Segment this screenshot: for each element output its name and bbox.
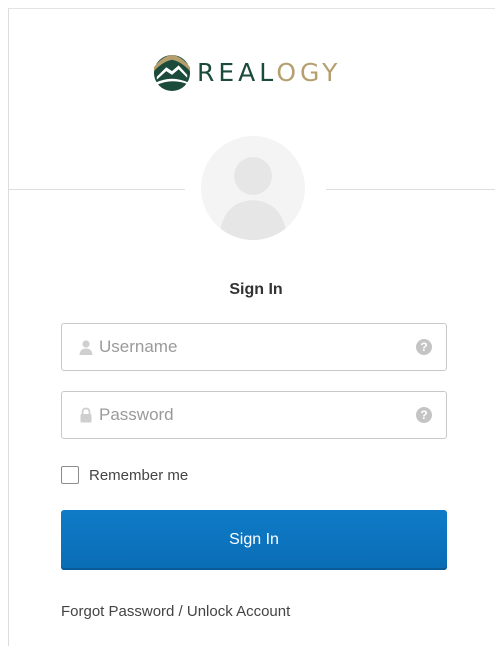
forgot-password-link[interactable]: Forgot Password / Unlock Account bbox=[61, 603, 290, 620]
username-input[interactable] bbox=[99, 324, 399, 370]
realogy-mountain-logo-icon bbox=[153, 54, 191, 92]
sign-in-button[interactable]: Sign In bbox=[61, 510, 447, 570]
question-help-icon[interactable]: ? bbox=[416, 339, 432, 355]
brand-logo: REALOGY bbox=[153, 53, 341, 93]
password-input[interactable] bbox=[99, 392, 399, 438]
question-help-icon[interactable]: ? bbox=[416, 407, 432, 423]
default-user-avatar-icon bbox=[201, 136, 305, 240]
username-field[interactable]: ? bbox=[61, 323, 447, 371]
login-card: REALOGY Sign In ? ? bbox=[8, 8, 495, 646]
header-divider-right bbox=[326, 189, 495, 190]
brand-wordmark-gold: OGY bbox=[276, 58, 342, 87]
header-divider-left bbox=[9, 189, 185, 190]
remember-me-checkbox[interactable] bbox=[61, 466, 79, 484]
login-page: REALOGY Sign In ? ? bbox=[0, 0, 495, 646]
brand-wordmark: REALOGY bbox=[197, 53, 341, 93]
brand-wordmark-dark: REAL bbox=[197, 58, 277, 87]
password-field[interactable]: ? bbox=[61, 391, 447, 439]
page-title: Sign In bbox=[229, 281, 283, 298]
remember-me-row[interactable]: Remember me bbox=[61, 465, 188, 485]
lock-icon bbox=[80, 407, 92, 423]
user-icon bbox=[79, 340, 93, 355]
remember-me-label[interactable]: Remember me bbox=[89, 467, 188, 484]
